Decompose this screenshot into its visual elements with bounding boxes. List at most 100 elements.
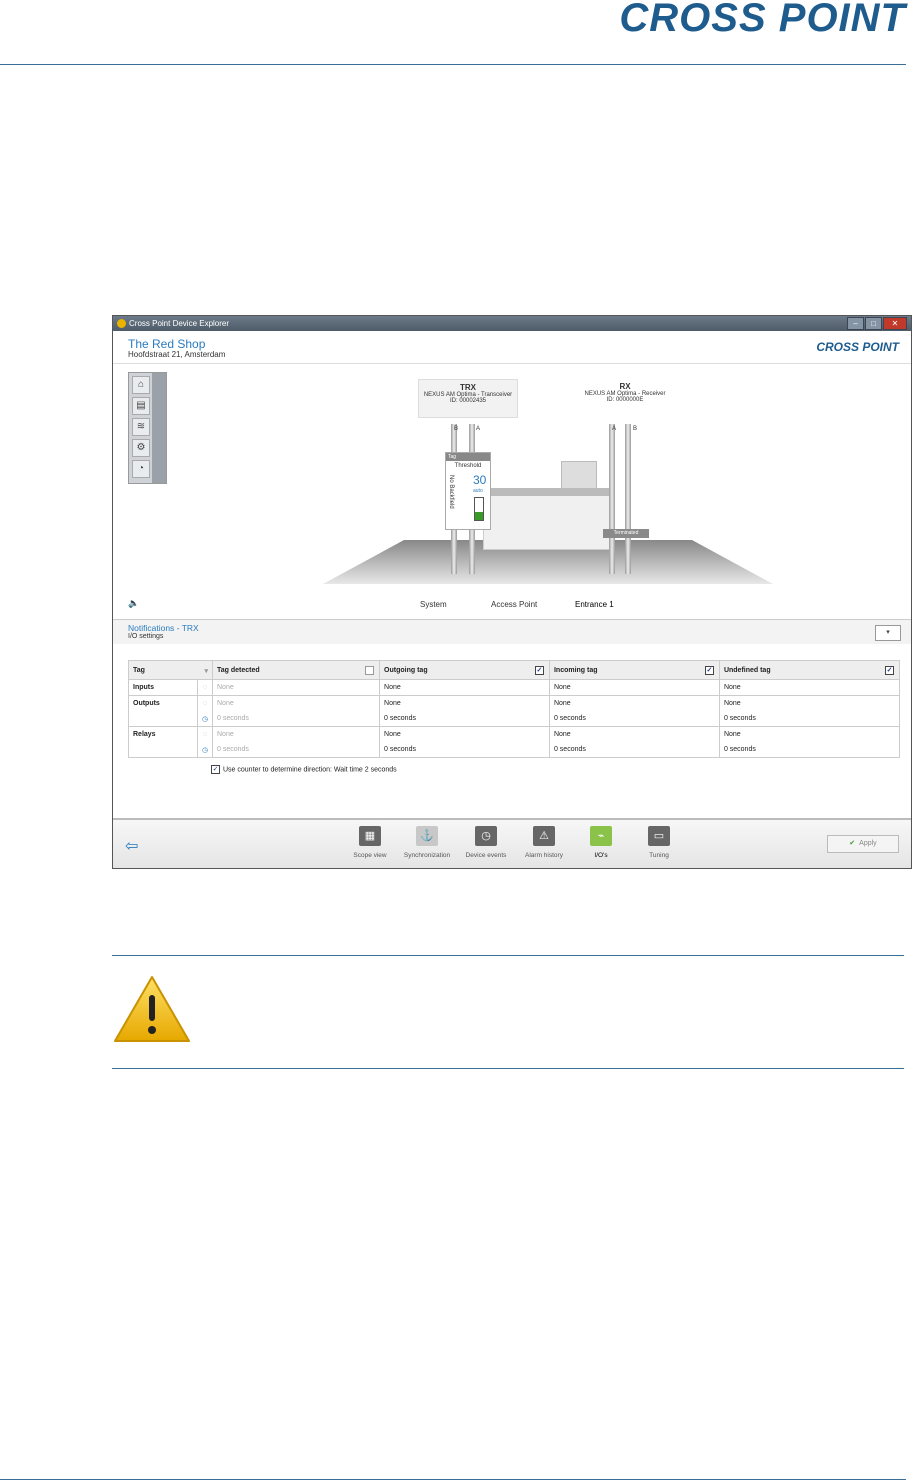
notifications-subtitle: I/O settings	[128, 633, 164, 640]
clock-icon: ◷	[197, 711, 213, 727]
relay-icon: ◌	[197, 726, 213, 742]
apply-label: Apply	[859, 840, 877, 847]
col-outgoing-tag: Outgoing tag ✓	[379, 660, 550, 680]
table-cell[interactable]: None	[718, 726, 901, 742]
table-cell[interactable]: 0 seconds	[548, 711, 720, 727]
sidebar-strip	[152, 373, 166, 483]
toolbar-label: I/O's	[594, 852, 608, 859]
table-cell[interactable]: None	[379, 679, 550, 696]
row-label-empty	[128, 711, 198, 727]
minimize-button[interactable]: –	[847, 317, 864, 330]
tuning-icon: ▭	[648, 826, 670, 846]
table-cell[interactable]: None	[211, 726, 381, 742]
tag-widget-header: Tag	[446, 453, 490, 461]
col-incoming-tag-label: Incoming tag	[553, 666, 598, 674]
table-cell[interactable]: None	[548, 679, 720, 696]
table-cell[interactable]: None	[211, 695, 381, 711]
toolbar-device-events[interactable]: ◷ Device events	[458, 826, 514, 859]
input-icon: ◌	[197, 679, 213, 696]
terminated-label: Terminated	[603, 529, 649, 538]
signal-level-bar	[474, 497, 484, 521]
table-cell[interactable]: 0 seconds	[718, 742, 901, 758]
table-row: Outputs ◌ None None None None	[128, 695, 901, 711]
toolbar-tuning[interactable]: ▭ Tuning	[631, 826, 687, 859]
table-cell[interactable]: 0 seconds	[718, 711, 901, 727]
toolbar-scope-view[interactable]: ▦ Scope view	[342, 826, 398, 859]
counter-direction-option[interactable]: ✓ Use counter to determine direction: Wai…	[211, 765, 397, 774]
incoming-tag-checkbox[interactable]: ✓	[704, 666, 714, 675]
scope-view-icon: ▦	[359, 826, 381, 846]
check-icon: ✔	[849, 840, 856, 847]
tab-access-point[interactable]: Access Point	[491, 600, 537, 609]
toolbar-synchronization[interactable]: ⚓ Synchronization	[399, 826, 455, 859]
rx-antenna-label-b: B	[633, 426, 638, 432]
table-cell[interactable]: None	[379, 695, 550, 711]
document-logo: CROSS POINT	[619, 0, 906, 40]
threshold-mode: auto	[473, 488, 483, 494]
io-settings-table: Tag ▾ Tag detected Outgoing tag ✓ Incoming…	[128, 660, 901, 758]
trx-id: ID: 00002435	[449, 398, 487, 404]
table-cell[interactable]: None	[379, 726, 550, 742]
settings-device-icon[interactable]: ⚙	[132, 439, 150, 457]
table-cell[interactable]: None	[718, 679, 901, 696]
tab-entrance[interactable]: Entrance 1	[575, 600, 614, 609]
table-cell[interactable]: None	[211, 679, 381, 696]
col-tag-detected: Tag detected	[211, 660, 381, 680]
table-row: Relays ◌ None None None None	[128, 726, 901, 742]
tab-system[interactable]: System	[420, 600, 447, 609]
table-row: ◷ 0 seconds 0 seconds 0 seconds 0 second…	[128, 742, 901, 758]
tag-detected-checkbox[interactable]	[365, 666, 375, 675]
device-icon[interactable]: ▤	[132, 397, 150, 415]
table-cell[interactable]: None	[548, 726, 720, 742]
table-cell[interactable]: 0 seconds	[379, 742, 550, 758]
plug-icon: ⌁	[590, 826, 612, 846]
maximize-button[interactable]: □	[865, 317, 882, 330]
home-icon[interactable]: ⌂	[132, 376, 150, 394]
col-tag-detected-label: Tag detected	[217, 666, 260, 674]
bottom-toolbar: ⇦ ▦ Scope view ⚓ Synchronization ◷ Devic…	[113, 818, 911, 868]
warning-bottom-rule	[112, 1068, 904, 1069]
rx-id: ID: 0000000E	[606, 397, 644, 403]
app-icon	[117, 319, 126, 328]
row-label-outputs: Outputs	[128, 695, 198, 711]
table-cell[interactable]: None	[718, 695, 901, 711]
threshold-label: Threshold	[454, 463, 482, 469]
rx-card[interactable]: RX NEXUS AM Optima - Receiver ID: 000000…	[575, 382, 675, 403]
counter-shape	[483, 488, 615, 550]
table-cell[interactable]: 0 seconds	[379, 711, 550, 727]
col-tag[interactable]: Tag ▾	[128, 660, 213, 680]
window-title: Cross Point Device Explorer	[129, 319, 230, 328]
export-dropdown-button[interactable]: ▾	[875, 625, 901, 641]
table-row: Inputs ◌ None None None None	[128, 679, 901, 696]
toolbar-alarm-history[interactable]: ⚠ Alarm history	[516, 826, 572, 859]
signal-level-fill	[475, 512, 483, 520]
close-button[interactable]: ✕	[883, 317, 907, 330]
trx-card[interactable]: TRX NEXUS AM Optima - Transceiver ID: 00…	[418, 379, 518, 418]
table-cell[interactable]: 0 seconds	[211, 742, 381, 758]
rx-pole-b	[625, 424, 631, 574]
apply-button[interactable]: ✔ Apply	[827, 835, 899, 853]
row-label-inputs: Inputs	[128, 679, 198, 696]
alarm-icon[interactable]: ◔	[132, 460, 150, 478]
toolbar-label: Tuning	[649, 852, 669, 859]
table-row: ◷ 0 seconds 0 seconds 0 seconds 0 second…	[128, 711, 901, 727]
outgoing-tag-checkbox[interactable]: ✓	[534, 666, 544, 675]
warning-triangle-icon: ⚠	[533, 826, 555, 846]
toolbar-ios[interactable]: ⌁ I/O's	[573, 826, 629, 859]
speaker-icon[interactable]: 🔈	[128, 598, 139, 609]
back-arrow-icon[interactable]: ⇦	[125, 836, 138, 856]
output-icon: ◌	[197, 695, 213, 711]
undefined-tag-checkbox[interactable]: ✓	[885, 666, 894, 675]
monitor-shape	[561, 461, 597, 489]
table-cell[interactable]: 0 seconds	[211, 711, 381, 727]
toolbar-label: Scope view	[353, 852, 387, 859]
counter-checkbox[interactable]: ✓	[211, 765, 220, 774]
col-outgoing-tag-label: Outgoing tag	[384, 666, 428, 674]
table-cell[interactable]: None	[548, 695, 720, 711]
signal-icon[interactable]: ≋	[132, 418, 150, 436]
window-controls: – □ ✕	[846, 317, 907, 330]
counter-option-label: Use counter to determine direction: Wait…	[223, 766, 397, 774]
col-undefined-tag: Undefined tag ✓	[718, 660, 901, 680]
tag-threshold-widget[interactable]: Tag Threshold No Backfield 30 auto	[445, 452, 491, 530]
table-cell[interactable]: 0 seconds	[548, 742, 720, 758]
